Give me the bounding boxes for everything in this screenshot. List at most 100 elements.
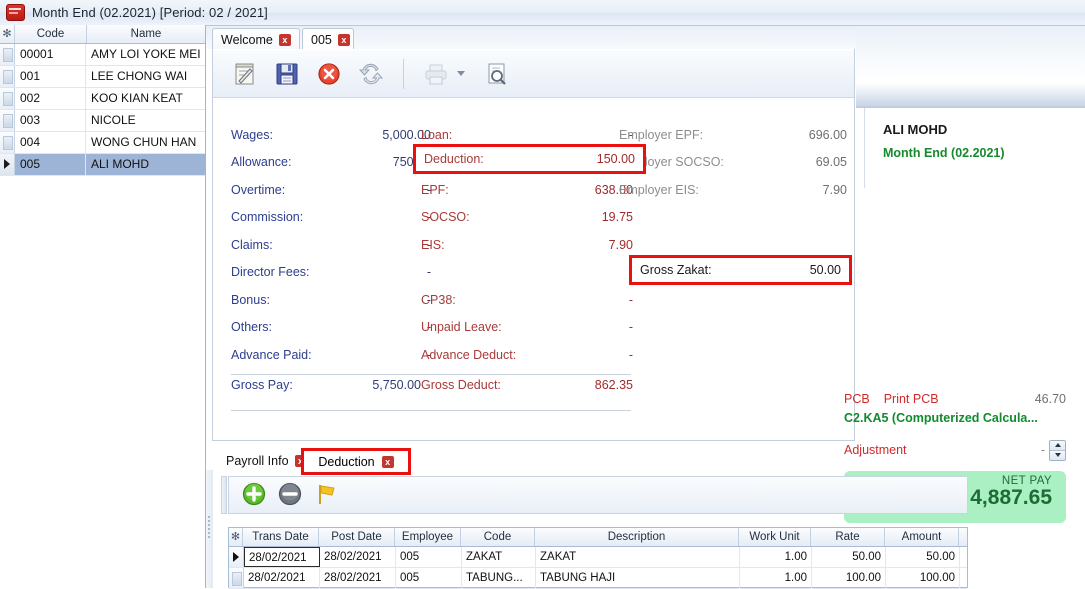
grid-header-cell[interactable]: Employee [395, 528, 461, 546]
add-icon [241, 481, 267, 507]
employee-row[interactable]: 001LEE CHONG WAI [0, 66, 205, 88]
payroll-field-row[interactable]: Director Fees:- [231, 259, 431, 287]
grid-cell-trans-date[interactable]: 28/02/2021 [244, 547, 320, 567]
tab-welcome[interactable]: Welcome x [212, 28, 300, 50]
edit-button[interactable] [227, 56, 263, 92]
grid-cell-rate[interactable]: 50.00 [812, 547, 886, 567]
payroll-field-row[interactable]: SOCSO:19.75 [421, 204, 633, 232]
deduction-highlight-box: Deduction: 150.00 [413, 144, 646, 174]
grid-header-cell[interactable]: Amount [885, 528, 959, 546]
payroll-field-row[interactable]: Commission:- [231, 204, 431, 232]
payroll-field-row[interactable]: Advance Paid:- [231, 341, 431, 369]
grid-cell-employee[interactable]: 005 [396, 547, 462, 567]
grid-header-cell[interactable]: Rate [811, 528, 885, 546]
grid-header-cell[interactable]: Description [535, 528, 739, 546]
grid-header-star: ✻ [229, 528, 243, 546]
adjustment-stepper-up[interactable] [1050, 441, 1065, 451]
grid-cell-amount[interactable]: 50.00 [886, 547, 960, 567]
payroll-field-row[interactable]: Wages:5,000.00 [231, 121, 431, 149]
tab-deduction[interactable]: Deduction x [304, 451, 408, 472]
info-card-period: Month End (02.2021) [883, 146, 1085, 160]
employee-name: WONG CHUN HAN [86, 132, 204, 153]
deduction-item-value: - [623, 293, 633, 307]
deduction-data-grid[interactable]: ✻Trans DatePost DateEmployeeCodeDescript… [228, 527, 968, 588]
grid-cell-description[interactable]: ZAKAT [536, 547, 740, 567]
flag-button[interactable] [313, 481, 339, 510]
calculation-method-label[interactable]: C2.KA5 (Computerized Calcula... [844, 411, 1072, 425]
row-marker [229, 568, 244, 588]
pcb-link[interactable]: PCB [844, 392, 870, 406]
tab-005-close-icon[interactable]: x [338, 34, 350, 46]
grid-cell-code[interactable]: TABUNG... [462, 568, 536, 588]
row-marker [0, 154, 15, 175]
employer-column: Employer EPF:696.00Employer SOCSO:69.05E… [619, 121, 847, 204]
grid-cell-post-date[interactable]: 28/02/2021 [320, 547, 396, 567]
totals-divider-bottom [231, 410, 631, 411]
row-marker [0, 132, 15, 153]
tab-deduction-close-icon[interactable]: x [382, 456, 394, 468]
gross-zakat-field[interactable]: Gross Zakat: 50.00 [632, 258, 849, 282]
employee-row[interactable]: 003NICOLE [0, 110, 205, 132]
payroll-field-row[interactable]: Claims:- [231, 231, 431, 259]
payroll-field-row[interactable]: Advance Deduct:- [421, 341, 633, 369]
grid-header-cell[interactable]: Trans Date [243, 528, 319, 546]
print-dropdown-caret-icon[interactable] [457, 71, 465, 76]
employee-info-card: ALI MOHD Month End (02.2021) [864, 108, 1085, 188]
payroll-field-row[interactable]: CP38:- [421, 286, 633, 314]
grid-cell-description[interactable]: TABUNG HAJI [536, 568, 740, 588]
employee-list-header-name[interactable]: Name [87, 25, 205, 43]
employee-row[interactable]: 004WONG CHUN HAN [0, 132, 205, 154]
panel-splitter[interactable] [206, 470, 213, 588]
save-button[interactable] [269, 56, 305, 92]
grid-cell-code[interactable]: ZAKAT [462, 547, 536, 567]
payroll-field-row[interactable]: Allowance:750.00 [231, 149, 431, 177]
grid-cell-work-unit[interactable]: 1.00 [740, 547, 812, 567]
payroll-field-row[interactable] [421, 259, 633, 287]
employee-row[interactable]: 005ALI MOHD [0, 154, 205, 176]
grid-header-cell[interactable]: Code [461, 528, 535, 546]
payroll-field-row[interactable]: Others:- [231, 314, 431, 342]
deduction-tab-highlight-box: Deduction x [301, 448, 411, 475]
deduction-field[interactable]: Deduction: 150.00 [416, 147, 643, 171]
tab-welcome-close-icon[interactable]: x [279, 34, 291, 46]
gross-deduct-label: Gross Deduct: [421, 378, 589, 392]
print-preview-button[interactable] [479, 56, 515, 92]
cancel-button[interactable] [311, 56, 347, 92]
print-button[interactable] [418, 56, 454, 92]
cancel-icon [316, 61, 342, 87]
payroll-field-row[interactable]: EPF:638.00 [421, 176, 633, 204]
print-pcb-link[interactable]: Print PCB [884, 392, 939, 406]
adjustment-stepper[interactable] [1049, 440, 1066, 461]
payroll-field-row[interactable]: Overtime:- [231, 176, 431, 204]
deduction-item-label: Advance Deduct: [421, 348, 623, 362]
grid-cell-amount[interactable]: 100.00 [886, 568, 960, 588]
employee-list-header-code[interactable]: Code [15, 25, 87, 43]
add-row-button[interactable] [241, 481, 267, 510]
employee-row[interactable]: 00001AMY LOI YOKE MEI [0, 44, 205, 66]
splitter-grip-icon [208, 516, 210, 538]
payroll-field-row[interactable]: Unpaid Leave:- [421, 314, 633, 342]
refresh-button[interactable] [353, 56, 389, 92]
grid-cell-trans-date[interactable]: 28/02/2021 [244, 568, 320, 588]
payroll-field-row[interactable]: Bonus:- [231, 286, 431, 314]
payroll-field-row[interactable]: Employer EPF:696.00 [619, 121, 847, 149]
employee-list-empty-area [0, 190, 205, 588]
grid-cell-employee[interactable]: 005 [396, 568, 462, 588]
grid-cell-rate[interactable]: 100.00 [812, 568, 886, 588]
payroll-field-row[interactable]: Employer EIS:7.90 [619, 176, 847, 204]
tab-005[interactable]: 005 x [302, 28, 354, 50]
grid-cell-work-unit[interactable]: 1.00 [740, 568, 812, 588]
payroll-field-row[interactable]: EIS:7.90 [421, 231, 633, 259]
table-row[interactable]: 28/02/202128/02/2021005ZAKATZAKAT1.0050.… [229, 547, 967, 568]
remove-row-button[interactable] [277, 481, 303, 510]
grid-header-cell[interactable]: Work Unit [739, 528, 811, 546]
adjustment-stepper-down[interactable] [1050, 451, 1065, 460]
grid-header-cell[interactable]: Post Date [319, 528, 395, 546]
row-marker [0, 66, 15, 87]
employee-row[interactable]: 002KOO KIAN KEAT [0, 88, 205, 110]
grid-cell-post-date[interactable]: 28/02/2021 [320, 568, 396, 588]
adjustment-label[interactable]: Adjustment [844, 443, 907, 457]
earning-label: Advance Paid: [231, 348, 421, 362]
table-row[interactable]: 28/02/202128/02/2021005TABUNG...TABUNG H… [229, 568, 967, 589]
payroll-field-row[interactable]: Employer SOCSO:69.05 [619, 149, 847, 177]
